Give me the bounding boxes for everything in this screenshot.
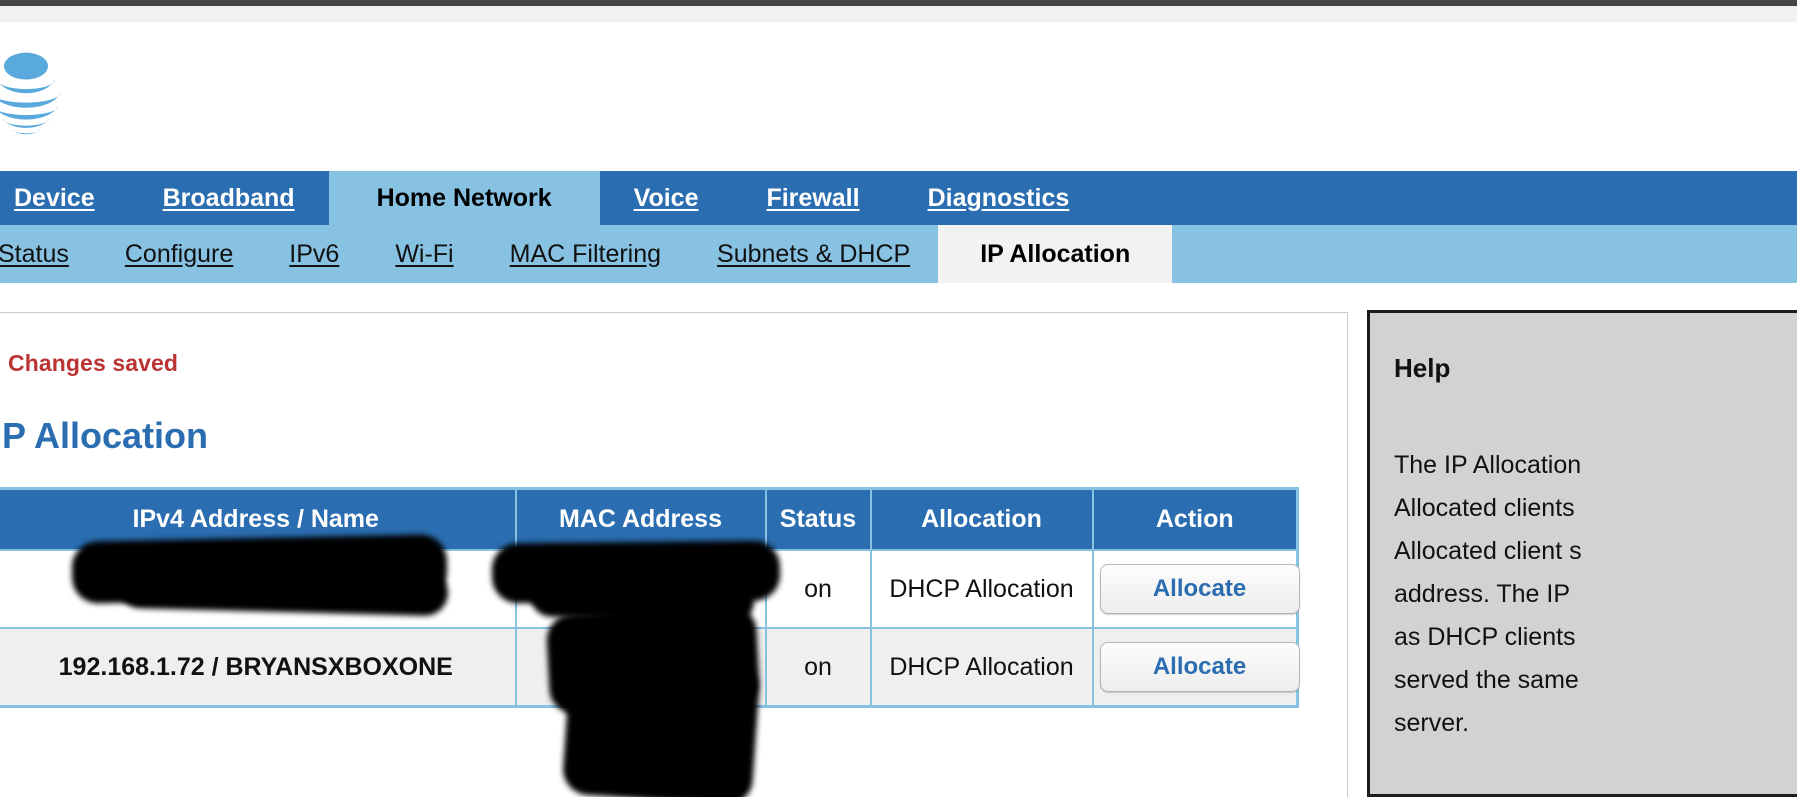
nav-item-device[interactable]: Device xyxy=(0,171,129,225)
cell-ipv4-name: 192.168.1.72 / BRYANSXBOXONE xyxy=(0,627,517,708)
help-body-text: The IP Allocation Allocated clients Allo… xyxy=(1394,451,1582,737)
router-admin-page: Device Broadband Home Network Voice Fire… xyxy=(0,0,1797,797)
cell-action: Allocate xyxy=(1091,549,1300,629)
allocate-button[interactable]: Allocate xyxy=(1099,642,1300,692)
ip-allocation-table-wrap: IPv4 Address / Name MAC Address Status A… xyxy=(0,487,1300,708)
subnav-item-status[interactable]: Status xyxy=(0,225,97,283)
main-navigation: Device Broadband Home Network Voice Fire… xyxy=(0,171,1797,225)
subnav-item-label: Configure xyxy=(124,239,234,268)
page-title: IP Allocation xyxy=(0,415,209,456)
help-title: Help xyxy=(1394,353,1451,383)
status-message: Changes saved xyxy=(8,350,179,376)
cell-status: on xyxy=(764,627,872,708)
nav-item-label: Diagnostics xyxy=(927,183,1070,212)
subnav-item-label: Wi-Fi xyxy=(395,239,454,268)
subnav-item-label: Status xyxy=(0,239,69,268)
subnav-item-ipv6[interactable]: IPv6 xyxy=(261,225,367,283)
nav-item-label: Home Network xyxy=(376,183,552,212)
table-header-row: IPv4 Address / Name MAC Address Status A… xyxy=(0,487,1299,551)
subnav-item-ip-allocation[interactable]: IP Allocation xyxy=(938,225,1173,283)
subnav-item-wifi[interactable]: Wi-Fi xyxy=(367,225,481,283)
subnav-item-label: Subnets & DHCP xyxy=(717,239,911,268)
column-header-action: Action xyxy=(1091,487,1299,551)
table-row: 192.168.1.72 / BRYANSXBOXONE on DHCP All… xyxy=(0,627,1300,708)
nav-item-label: Firewall xyxy=(766,183,860,212)
cell-allocation: DHCP Allocation xyxy=(869,549,1094,629)
help-panel: Help The IP Allocation Allocated clients… xyxy=(1367,310,1797,797)
cell-mac-address xyxy=(514,549,767,629)
nav-item-voice[interactable]: Voice xyxy=(600,171,733,225)
nav-item-diagnostics[interactable]: Diagnostics xyxy=(894,171,1104,225)
subnav-item-label: IP Allocation xyxy=(980,239,1131,268)
column-header-mac-address: MAC Address xyxy=(514,487,767,551)
cell-allocation: DHCP Allocation xyxy=(869,627,1094,708)
cell-action: Allocate xyxy=(1091,627,1300,708)
nav-item-label: Voice xyxy=(633,183,699,212)
subnav-item-label: IPv6 xyxy=(289,239,340,268)
nav-item-home-network[interactable]: Home Network xyxy=(328,171,600,225)
cell-mac-address xyxy=(514,627,767,708)
nav-item-firewall[interactable]: Firewall xyxy=(732,171,893,225)
column-header-allocation: Allocation xyxy=(869,487,1094,551)
table-row: on DHCP Allocation Allocate xyxy=(0,549,1300,629)
nav-item-label: Device xyxy=(14,183,95,212)
column-header-ipv4-name: IPv4 Address / Name xyxy=(0,487,517,551)
subnav-item-subnets-dhcp[interactable]: Subnets & DHCP xyxy=(689,225,938,283)
subnav-item-configure[interactable]: Configure xyxy=(97,225,261,283)
ip-allocation-table: IPv4 Address / Name MAC Address Status A… xyxy=(0,487,1300,708)
subnav-item-mac-filtering[interactable]: MAC Filtering xyxy=(482,225,689,283)
sub-navigation: Status Configure IPv6 Wi-Fi MAC Filterin… xyxy=(0,225,1797,283)
cell-status: on xyxy=(764,549,872,629)
column-header-status: Status xyxy=(764,487,872,551)
allocate-button[interactable]: Allocate xyxy=(1099,564,1300,614)
att-globe-logo xyxy=(0,45,74,141)
cell-ipv4-name xyxy=(0,549,517,629)
browser-chrome-band xyxy=(0,6,1797,22)
nav-item-label: Broadband xyxy=(162,183,295,212)
subnav-item-label: MAC Filtering xyxy=(509,239,662,268)
nav-item-broadband[interactable]: Broadband xyxy=(129,171,329,225)
